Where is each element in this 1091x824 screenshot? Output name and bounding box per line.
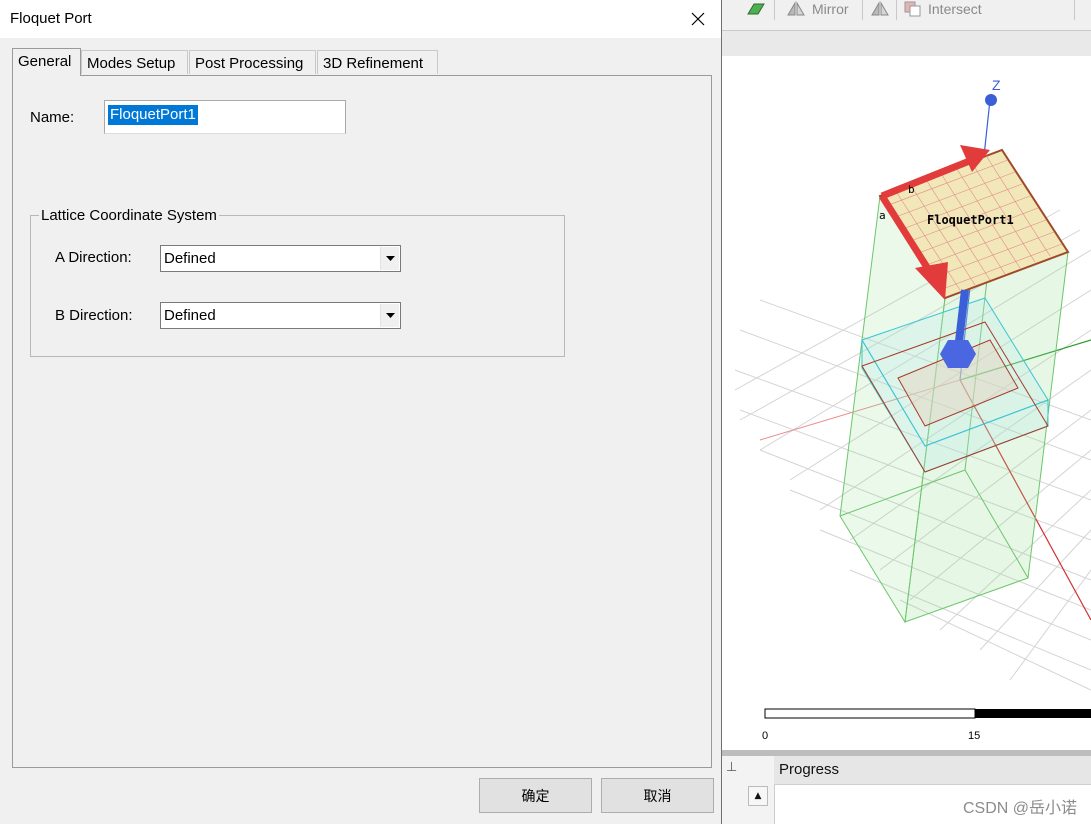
cancel-button[interactable]: 取消 bbox=[601, 778, 714, 813]
z-axis-tip bbox=[985, 94, 997, 106]
port-label: FloquetPort1 bbox=[927, 213, 1014, 227]
scroll-up-arrow[interactable]: ▲ bbox=[748, 786, 768, 806]
dialog-titlebar[interactable]: Floquet Port bbox=[0, 0, 721, 38]
a-direction-dropdown-button[interactable] bbox=[380, 247, 399, 270]
chevron-down-icon bbox=[385, 313, 395, 318]
scale-mid-label: 15 bbox=[968, 730, 981, 742]
scale-min-label: 0 bbox=[762, 730, 769, 742]
progress-panel: ⊥ ▲ Progress CSDN @岳小诺 bbox=[722, 756, 1091, 824]
close-button[interactable] bbox=[675, 0, 721, 38]
pin-icon[interactable]: ⊥ bbox=[726, 760, 737, 775]
ok-button[interactable]: 确定 bbox=[479, 778, 592, 813]
mirror-duplicate-icon bbox=[871, 1, 889, 16]
b-direction-value: Defined bbox=[164, 307, 216, 324]
a-direction-value: Defined bbox=[164, 250, 216, 267]
scale-bar-light bbox=[764, 708, 976, 719]
sweep-icon bbox=[747, 3, 765, 15]
b-direction-select[interactable]: Defined bbox=[160, 302, 401, 329]
mirror-icon bbox=[787, 1, 805, 16]
scale-bar-dark bbox=[975, 709, 1091, 718]
mirror-button[interactable]: Mirror bbox=[786, 0, 849, 18]
floquet-port-dialog: Floquet Port General Modes Setup Post Pr… bbox=[0, 0, 722, 824]
b-direction-dropdown-button[interactable] bbox=[380, 304, 399, 327]
progress-title: Progress bbox=[774, 756, 1091, 785]
close-icon bbox=[691, 12, 705, 26]
vector-a-label: a bbox=[879, 209, 886, 222]
tab-modes-setup[interactable]: Modes Setup bbox=[81, 50, 188, 74]
name-input[interactable]: FloquetPort1 bbox=[104, 100, 346, 134]
lattice-coordinate-groupbox bbox=[30, 215, 565, 357]
z-axis-label: Z bbox=[992, 77, 1001, 93]
a-direction-select[interactable]: Defined bbox=[160, 245, 401, 272]
modeler-toolbar: Mirror Intersect bbox=[722, 0, 1091, 31]
watermark: CSDN @岳小诺 bbox=[962, 800, 1077, 817]
lattice-coordinate-title: Lattice Coordinate System bbox=[39, 207, 219, 224]
intersect-button[interactable]: Intersect bbox=[904, 0, 982, 18]
tab-3d-refinement[interactable]: 3D Refinement bbox=[317, 50, 438, 74]
dialog-title: Floquet Port bbox=[10, 10, 92, 27]
3d-model-viewport[interactable]: Z b a FloquetPort1 0 15 bbox=[722, 56, 1091, 750]
intersect-icon bbox=[904, 1, 921, 17]
a-direction-label: A Direction: bbox=[55, 249, 132, 266]
mirror-label: Mirror bbox=[812, 1, 849, 17]
vector-b-label: b bbox=[908, 183, 915, 196]
tab-general[interactable]: General bbox=[12, 48, 81, 76]
name-input-value: FloquetPort1 bbox=[108, 105, 198, 125]
name-label: Name: bbox=[30, 109, 75, 126]
b-direction-label: B Direction: bbox=[55, 307, 133, 324]
general-tab-panel bbox=[12, 75, 712, 768]
tab-post-processing[interactable]: Post Processing bbox=[189, 50, 316, 74]
model-drawing: Z b a FloquetPort1 bbox=[734, 77, 1091, 719]
intersect-label: Intersect bbox=[928, 1, 982, 17]
sweep-button[interactable] bbox=[746, 0, 766, 18]
chevron-down-icon bbox=[385, 256, 395, 261]
mirror-duplicate-button[interactable] bbox=[870, 0, 890, 18]
